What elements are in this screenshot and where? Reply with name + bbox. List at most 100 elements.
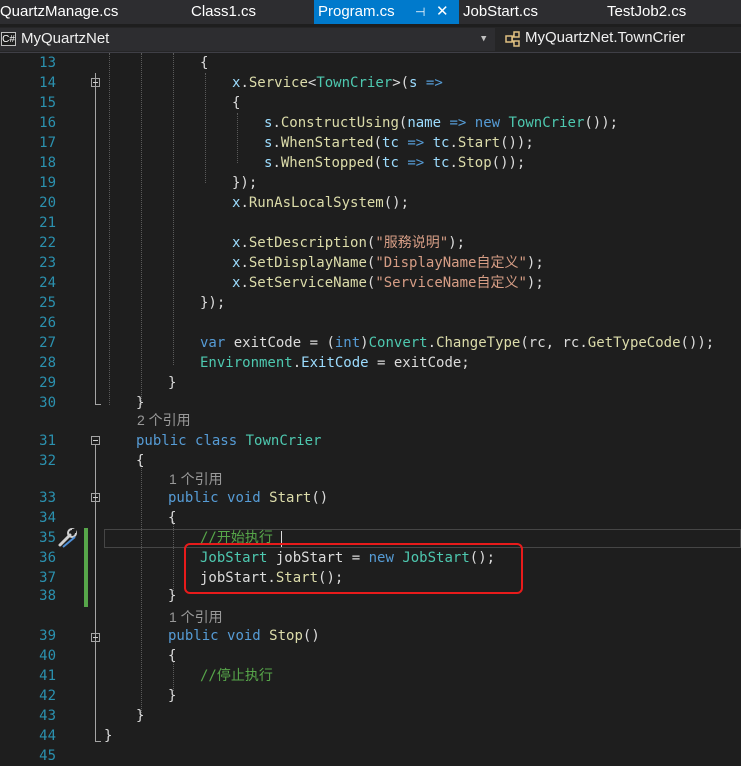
code-line[interactable]: });	[232, 173, 257, 193]
code-line[interactable]: jobStart.Start();	[200, 568, 343, 588]
code-line[interactable]: x.SetServiceName("ServiceName自定义");	[232, 273, 544, 293]
code-line[interactable]: s.WhenStarted(tc => tc.Start());	[264, 133, 534, 153]
code-token: tc	[432, 135, 450, 151]
code-line[interactable]: x.Service<TownCrier>(s =>	[232, 73, 443, 93]
code-line[interactable]: var exitCode = (int)Convert.ChangeType(r…	[200, 333, 714, 353]
project-name: MyQuartzNet	[21, 30, 110, 47]
collapse-toggle-icon[interactable]	[91, 436, 100, 445]
line-number: 28	[39, 355, 56, 371]
class-icon	[505, 31, 520, 47]
code-token: JobStart	[402, 550, 470, 566]
code-line[interactable]: {	[168, 646, 176, 666]
code-token: });	[232, 175, 258, 191]
code-editor[interactable]: 13 {14 x.Service<TownCrier>(s => 15 {16 s.Con…	[0, 53, 741, 766]
code-token: {	[168, 648, 177, 664]
indent-guide	[173, 53, 174, 365]
line-number: 13	[39, 55, 56, 71]
code-token: ());	[500, 135, 534, 151]
code-token: tc	[432, 155, 450, 171]
code-token: ());	[584, 115, 619, 131]
line-number: 33	[39, 490, 56, 506]
code-token: Environment	[200, 355, 293, 371]
code-line[interactable]: {	[136, 451, 144, 471]
indent-guide	[237, 113, 238, 163]
close-icon[interactable]: ✕	[436, 0, 449, 24]
codelens-references[interactable]: 2 个引用	[137, 411, 191, 429]
code-token: .	[240, 275, 249, 291]
line-number: 34	[39, 510, 56, 526]
tab-class1[interactable]: Class1.cs	[191, 0, 256, 24]
collapse-toggle-icon[interactable]	[91, 633, 100, 642]
line-number: 21	[39, 215, 56, 231]
code-line[interactable]: //开始执行	[200, 528, 273, 548]
codelens-references[interactable]: 1 个引用	[169, 470, 223, 488]
code-token: = exitCode;	[368, 355, 470, 371]
tab-program[interactable]: Program.cs ⊣ ✕	[314, 0, 459, 24]
code-token: var	[200, 335, 226, 351]
code-token: .	[240, 75, 249, 91]
tab-quartzmanage[interactable]: QuartzManage.cs	[0, 0, 118, 24]
document-tab-bar: QuartzManage.cs Class1.cs Program.cs ⊣ ✕…	[0, 0, 741, 24]
code-token: //开始执行	[200, 530, 273, 546]
code-line[interactable]: s.ConstructUsing(name => new TownCrier()…	[264, 113, 618, 133]
quick-actions-icon[interactable]	[57, 528, 79, 548]
code-line[interactable]: x.SetDescription("服務说明");	[232, 233, 465, 253]
code-line[interactable]: JobStart jobStart = new JobStart();	[200, 548, 495, 568]
code-token: Start	[457, 135, 501, 151]
code-line[interactable]: s.WhenStopped(tc => tc.Stop());	[264, 153, 525, 173]
line-number: 45	[39, 748, 56, 764]
code-line[interactable]: public class TownCrier	[136, 431, 321, 451]
code-line[interactable]: }	[168, 686, 176, 706]
code-line[interactable]: {	[168, 508, 176, 528]
code-line[interactable]: public void Stop()	[168, 626, 320, 646]
collapse-toggle-icon[interactable]	[91, 493, 100, 502]
code-line[interactable]: }	[136, 393, 144, 413]
tab-testjob2[interactable]: TestJob2.cs	[607, 0, 686, 24]
code-line[interactable]: {	[200, 53, 208, 73]
line-number: 24	[39, 275, 56, 291]
project-dropdown[interactable]: C# MyQuartzNet ▼	[0, 28, 495, 51]
code-token: ());	[491, 155, 526, 171]
tab-jobstart[interactable]: JobStart.cs	[463, 0, 538, 24]
line-number: 40	[39, 648, 56, 664]
code-line[interactable]: Environment.ExitCode = exitCode;	[200, 353, 470, 373]
code-token: name	[407, 115, 442, 131]
code-line[interactable]: //停止执行	[200, 666, 273, 686]
code-token: )	[360, 335, 369, 351]
code-line[interactable]: }	[168, 373, 176, 393]
code-line[interactable]: }	[168, 586, 176, 606]
collapse-toggle-icon[interactable]	[91, 78, 100, 87]
code-token: .	[240, 195, 249, 211]
pin-icon[interactable]: ⊣	[415, 0, 425, 24]
chevron-down-icon: ▼	[481, 34, 487, 44]
code-token: int	[334, 335, 361, 351]
member-name: MyQuartzNet.TownCrier	[525, 29, 686, 46]
code-token: =>	[425, 75, 443, 91]
code-line[interactable]: });	[200, 293, 225, 313]
code-token: .	[272, 115, 281, 131]
code-line[interactable]: x.SetDisplayName("DisplayName自定义");	[232, 253, 544, 273]
code-token: ExitCode	[301, 355, 369, 371]
code-line[interactable]: }	[104, 726, 112, 746]
line-number: 39	[39, 628, 56, 644]
codelens-references[interactable]: 1 个引用	[169, 608, 223, 626]
outline-end	[95, 741, 101, 742]
line-number: 44	[39, 728, 56, 744]
code-line[interactable]: public void Start()	[168, 488, 328, 508]
code-token: JobStart	[200, 550, 268, 566]
code-token: TownCrier	[316, 75, 393, 91]
line-number: 14	[39, 75, 56, 91]
code-token: tc	[382, 155, 399, 171]
code-line[interactable]: }	[136, 706, 144, 726]
code-line[interactable]: {	[232, 93, 240, 113]
code-token: }	[168, 688, 177, 704]
code-token: exitCode = (	[225, 335, 335, 351]
code-line[interactable]: x.RunAsLocalSystem();	[232, 193, 409, 213]
code-token: .	[240, 255, 249, 271]
code-token: public	[168, 490, 219, 506]
